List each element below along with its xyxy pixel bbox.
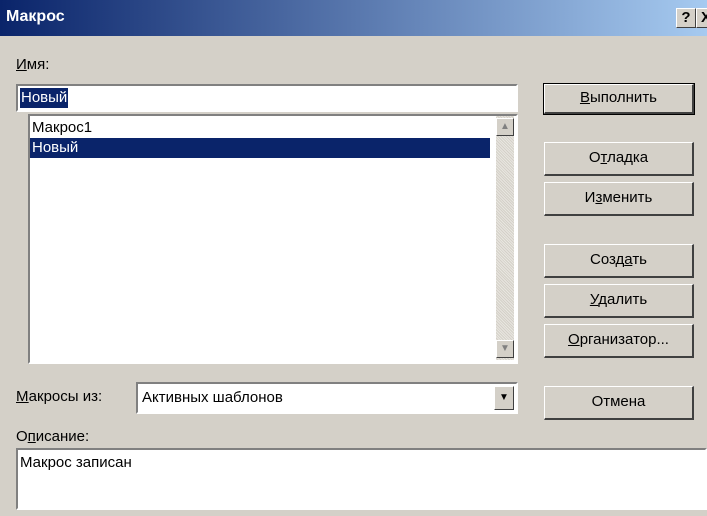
run-button[interactable]: Выполнить xyxy=(543,83,695,115)
macro-dialog: Макрос ? X Имя: Новый Макрос1 Новый ▲ ▼ … xyxy=(0,0,707,516)
macro-name-value: Новый xyxy=(20,88,69,108)
name-label: Имя: xyxy=(16,56,50,73)
macro-name-input[interactable]: Новый xyxy=(16,84,518,112)
create-button[interactable]: Создать xyxy=(544,244,694,278)
organizer-button[interactable]: Организатор... xyxy=(544,324,694,358)
debug-button[interactable]: Отладка xyxy=(544,142,694,176)
macros-from-select[interactable]: Активных шаблонов ▼ xyxy=(136,382,518,414)
edit-button[interactable]: Изменить xyxy=(544,182,694,216)
scrollbar-track[interactable] xyxy=(496,116,514,360)
delete-button[interactable]: Удалить xyxy=(544,284,694,318)
macros-from-label: Макросы из: xyxy=(16,388,103,405)
cancel-button[interactable]: Отмена xyxy=(544,386,694,420)
dropdown-arrow-icon[interactable]: ▼ xyxy=(494,386,514,410)
macros-from-value: Активных шаблонов xyxy=(142,389,283,406)
close-button[interactable]: X xyxy=(696,8,707,28)
window-title: Макрос xyxy=(6,8,65,25)
description-box: Макрос записан xyxy=(16,448,707,510)
description-label: Описание: xyxy=(16,428,90,445)
scroll-down-icon[interactable]: ▼ xyxy=(496,340,514,358)
scroll-up-icon[interactable]: ▲ xyxy=(496,118,514,136)
list-item-selected[interactable]: Новый xyxy=(30,138,490,158)
description-text: Макрос записан xyxy=(20,454,132,471)
list-item[interactable]: Макрос1 xyxy=(30,118,492,138)
title-bar[interactable]: Макрос ? X xyxy=(0,0,707,36)
help-button[interactable]: ? xyxy=(676,8,696,28)
macro-list[interactable]: Макрос1 Новый ▲ ▼ xyxy=(28,114,518,364)
